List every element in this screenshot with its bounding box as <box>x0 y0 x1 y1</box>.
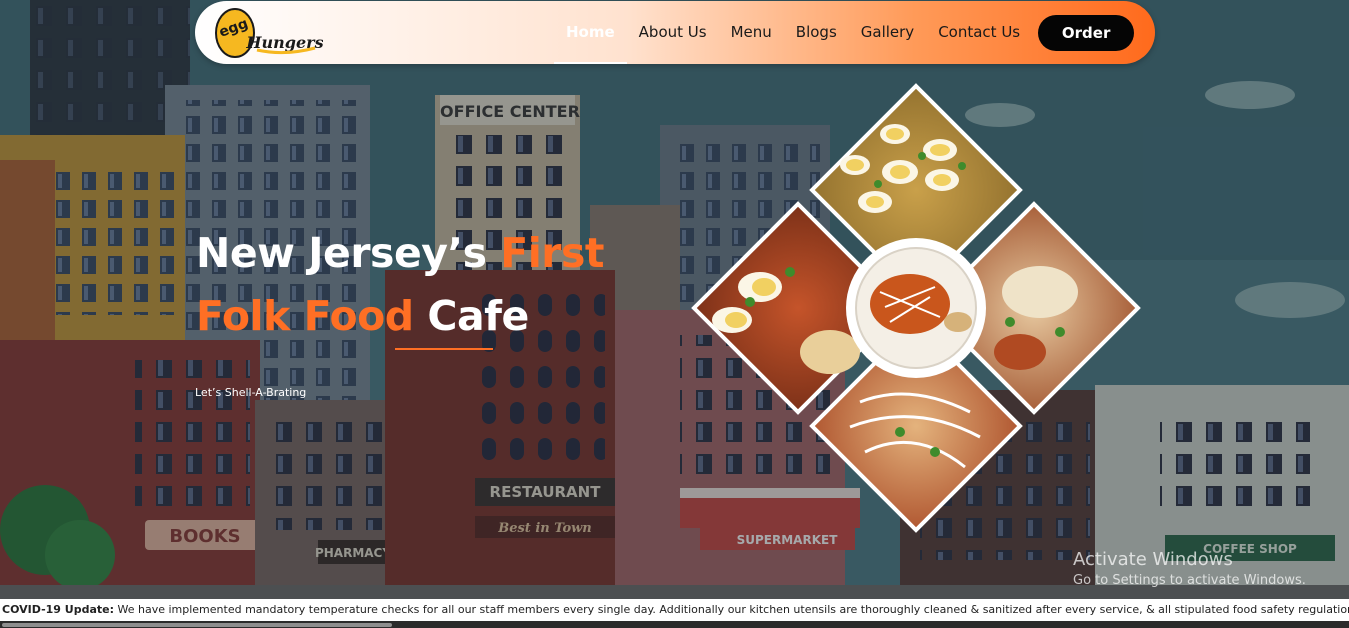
navbar: egg Hungers Home About Us Menu Blogs Gal… <box>195 1 1155 64</box>
logo[interactable]: egg Hungers <box>213 6 323 60</box>
covid-update-ticker: COVID-19 Update: We have implemented man… <box>0 599 1349 621</box>
nav-home[interactable]: Home <box>554 1 627 64</box>
hero-underline <box>395 348 493 350</box>
nav-menu-link[interactable]: Menu <box>719 1 784 64</box>
nav-contact-us[interactable]: Contact Us <box>926 1 1032 64</box>
hero-tagline: Let’s Shell-A-Brating <box>195 386 307 399</box>
ticker-prefix: COVID-19 Update: <box>2 603 114 616</box>
svg-text:PHARMACY: PHARMACY <box>315 546 391 560</box>
nav-menu: Home About Us Menu Blogs Gallery Contact… <box>554 1 1135 64</box>
nav-about-us[interactable]: About Us <box>627 1 719 64</box>
svg-text:Best in Town: Best in Town <box>497 521 592 536</box>
svg-text:RESTAURANT: RESTAURANT <box>490 483 602 501</box>
nav-blogs[interactable]: Blogs <box>784 1 849 64</box>
scrollbar-thumb[interactable] <box>2 623 392 627</box>
ticker-text: We have implemented mandatory temperatur… <box>114 603 1349 616</box>
svg-text:OFFICE CENTER: OFFICE CENTER <box>440 102 580 121</box>
nav-gallery[interactable]: Gallery <box>849 1 926 64</box>
activate-subtitle: Go to Settings to activate Windows. <box>1073 573 1306 588</box>
activate-windows-watermark: Activate Windows Go to Settings to activ… <box>1073 549 1306 588</box>
hero-title: New Jersey’s First Folk Food Cafe <box>196 222 636 348</box>
svg-text:BOOKS: BOOKS <box>169 526 240 547</box>
hero-line2-orange: Folk Food <box>196 292 428 340</box>
order-button[interactable]: Order <box>1038 14 1135 51</box>
egg-omelette-icon[interactable] <box>846 238 986 378</box>
activate-title: Activate Windows <box>1073 549 1233 570</box>
hero-line1-orange: First <box>500 229 605 277</box>
food-collage <box>691 83 1141 533</box>
svg-text:SUPERMARKET: SUPERMARKET <box>737 533 839 547</box>
hero-line2-white: Cafe <box>427 292 529 340</box>
hero-line1-white: New Jersey’s <box>196 229 501 277</box>
